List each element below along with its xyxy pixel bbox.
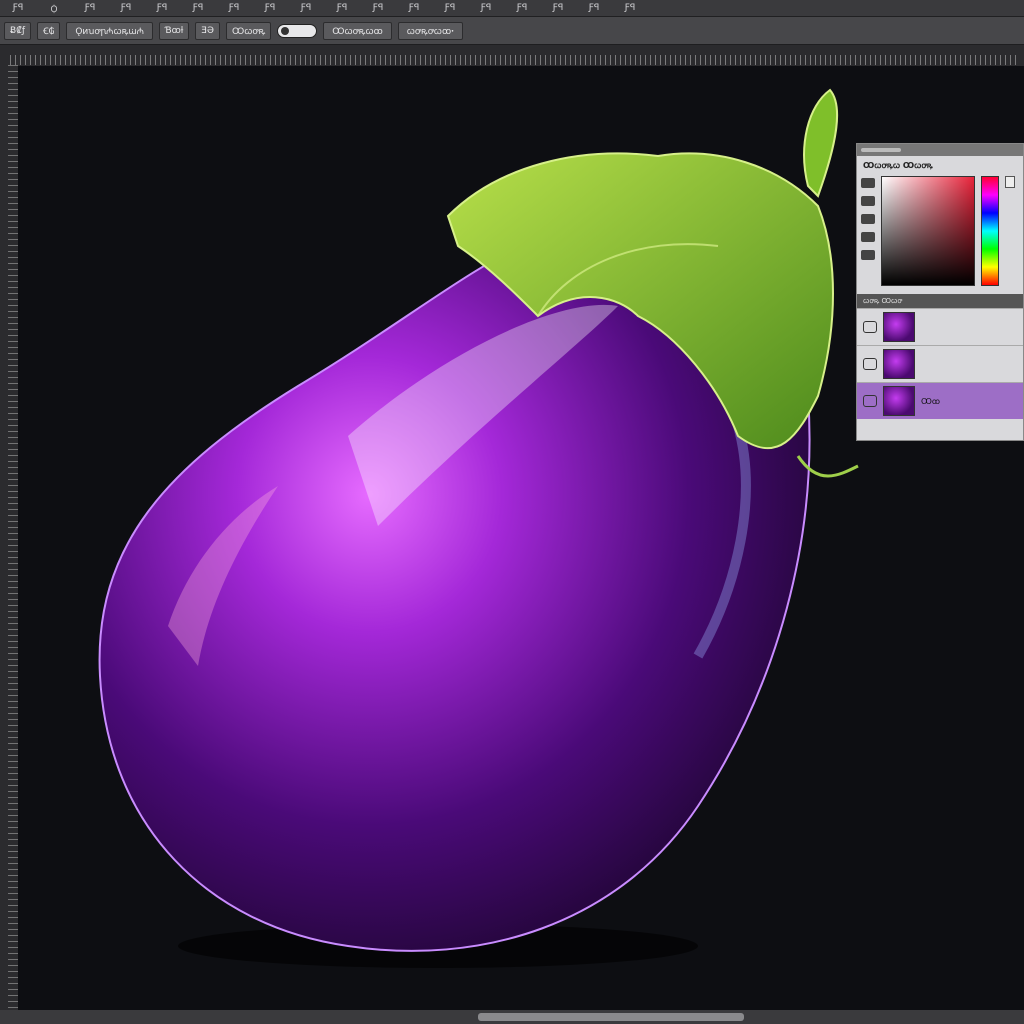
visibility-icon[interactable]: [863, 321, 877, 333]
layer-thumbnail: [883, 349, 915, 379]
mode-dropdown[interactable]: Ꝏꞷꝍꝶ: [226, 21, 272, 40]
picker-mode-icon[interactable]: [861, 232, 875, 242]
scrollbar-thumb[interactable]: [478, 1013, 744, 1021]
menu-item[interactable]: Ƒꟼ: [468, 0, 504, 16]
brush-button[interactable]: Ɓꝏƚ: [158, 21, 190, 40]
menu-item[interactable]: Ƒꟼ: [504, 0, 540, 16]
color-panel-title: Ꝏꞷꝍꝶꞷ Ꝏꞷꝍꝶ: [863, 161, 933, 170]
menu-item[interactable]: Ƒꟼ: [540, 0, 576, 16]
menu-item[interactable]: Ƒꟼ: [396, 0, 432, 16]
menu-item[interactable]: Ƒꟼ: [108, 0, 144, 16]
menu-item[interactable]: Ƒꟼ: [180, 0, 216, 16]
top-ruler: [10, 55, 1020, 65]
menu-item[interactable]: Ƒꟼ: [216, 0, 252, 16]
options-bar: Ƀ₡ƒ Ꞓ₲ Ǫᴎꭒꝍꞃ₼ꞷꝶꭐ₼ Ɓꝏƚ ƎƏ Ꝏꞷꝍꝶ Ꝏꞷꝍꝶꞷꝏ ꞷꝍꝶ…: [0, 17, 1024, 45]
tool-preset-a[interactable]: Ƀ₡ƒ: [4, 21, 32, 40]
size-field[interactable]: ƎƏ: [195, 21, 221, 40]
menu-item[interactable]: Ƒꟼ: [252, 0, 288, 16]
flow-dropdown[interactable]: Ꝏꞷꝍꝶꞷꝏ: [323, 21, 392, 40]
layer-row[interactable]: [857, 345, 1023, 382]
color-and-layers-panel[interactable]: Ꝏꞷꝍꝶꞷ Ꝏꞷꝍꝶ ꞷꝍꝶ Ꝏꞷꝍ Ꝏꝏ: [856, 143, 1024, 441]
menu-item[interactable]: Ƒꟼ: [432, 0, 468, 16]
visibility-icon[interactable]: [863, 358, 877, 370]
layer-row[interactable]: [857, 308, 1023, 345]
picker-mode-icon[interactable]: [861, 196, 875, 206]
panel-grip[interactable]: [857, 144, 1023, 156]
horizontal-scrollbar[interactable]: [0, 1010, 1024, 1024]
menu-item[interactable]: Ƒꟼ: [72, 0, 108, 16]
picker-mode-icon[interactable]: [861, 214, 875, 224]
left-ruler: [8, 65, 18, 1010]
preset-dropdown[interactable]: Ǫᴎꭒꝍꞃ₼ꞷꝶꭐ₼: [66, 21, 153, 40]
menu-item[interactable]: Ƒꟼ: [288, 0, 324, 16]
menu-item[interactable]: Ƒꟼ: [360, 0, 396, 16]
hue-slider[interactable]: [981, 176, 999, 286]
layer-row-active[interactable]: Ꝏꝏ: [857, 382, 1023, 419]
layer-thumbnail: [883, 312, 915, 342]
tool-preset-b[interactable]: Ꞓ₲: [37, 21, 61, 40]
layer-label: Ꝏꝏ: [921, 396, 941, 406]
menu-item[interactable]: Ƒꟼ: [324, 0, 360, 16]
layers-panel-title: ꞷꝍꝶ Ꝏꞷꝍ: [857, 294, 1023, 308]
menu-bar: Ƒꟼ Ꟁ Ƒꟼ Ƒꟼ Ƒꟼ Ƒꟼ Ƒꟼ Ƒꟼ Ƒꟼ Ƒꟼ Ƒꟼ Ƒꟼ Ƒꟼ Ƒꟼ Ƒꟼ Ƒꟼ Ƒꟼ Ƒꟼ: [0, 0, 1024, 17]
airbrush-toggle[interactable]: [277, 23, 318, 38]
menu-item[interactable]: Ƒꟼ: [612, 0, 648, 16]
layer-thumbnail: [883, 386, 915, 416]
picker-mode-icon[interactable]: [861, 250, 875, 260]
opacity-dropdown[interactable]: ꞷꝍꝶꝍꞷꝏꞏ: [397, 21, 463, 40]
picker-mode-icon[interactable]: [861, 178, 875, 188]
eye-icon[interactable]: [863, 395, 877, 407]
menu-item[interactable]: Ꟁ: [36, 0, 72, 16]
menu-item[interactable]: Ƒꟼ: [576, 0, 612, 16]
menu-item[interactable]: Ƒꟼ: [144, 0, 180, 16]
saturation-value-field[interactable]: [881, 176, 975, 286]
menu-item[interactable]: Ƒꟼ: [0, 0, 36, 16]
current-color-swatch[interactable]: [1005, 176, 1015, 188]
